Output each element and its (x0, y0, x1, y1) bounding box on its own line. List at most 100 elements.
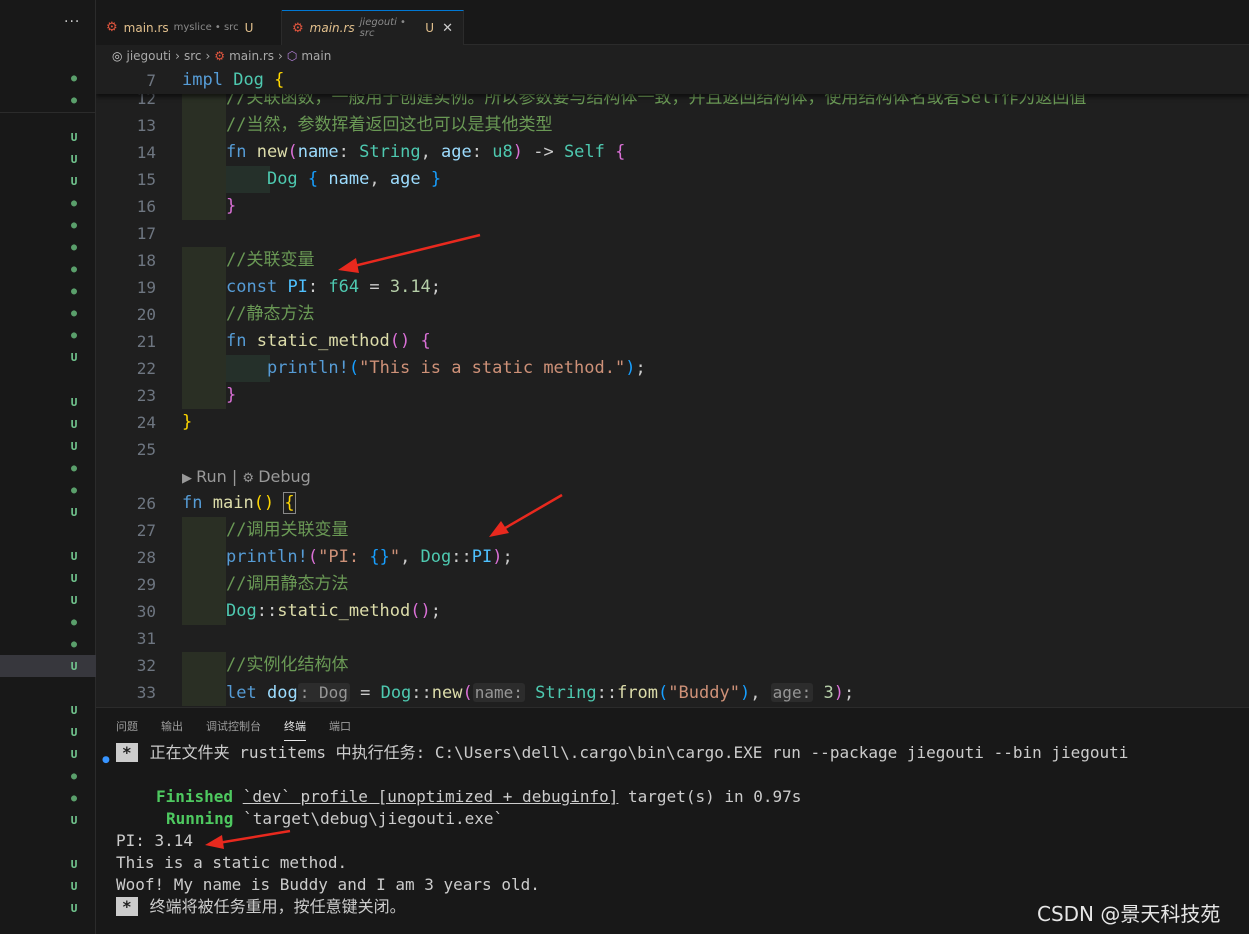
tab-debug-console[interactable]: 调试控制台 (206, 712, 261, 740)
code-line: 20 //静态方法 (96, 301, 1249, 328)
indent-guide (182, 598, 226, 625)
tab-main-rs-jiegouti[interactable]: ⚙ main.rs jiegouti • src U ✕ (282, 10, 464, 45)
sidebar-header: ··· (0, 0, 96, 45)
indent-guide (182, 274, 226, 301)
chevron-right-icon: › (278, 49, 283, 63)
untracked-status-badge: U (70, 550, 78, 563)
line-number: 27 (136, 521, 156, 540)
line-number: 25 (136, 440, 156, 459)
tab-description: jiegouti • src (359, 17, 406, 39)
indent-guide (182, 571, 226, 598)
tab-output[interactable]: 输出 (161, 712, 183, 740)
line-number: 20 (136, 305, 156, 324)
rust-file-icon: ⚙ (292, 20, 304, 36)
untracked-status-badge: U (70, 418, 78, 431)
code-text: //实例化结构体 (226, 655, 349, 675)
task-badge: * (116, 897, 138, 916)
gear-icon[interactable]: ⚙ (242, 471, 258, 486)
tab-main-rs-myslice[interactable]: ⚙ main.rs myslice • src U (96, 10, 282, 45)
indent-guide (182, 247, 226, 274)
code-line: 27 //调用关联变量 (96, 517, 1249, 544)
line-number: 26 (136, 494, 156, 513)
codelens-separator: | (226, 467, 243, 486)
code-line: 21 fn static_method() { (96, 328, 1249, 355)
tab-git-status: U (425, 21, 435, 35)
line-number: 31 (136, 629, 156, 648)
untracked-status-badge: U (70, 572, 78, 585)
modified-dot-icon: ● (70, 485, 78, 496)
untracked-status-badge: U (70, 351, 78, 364)
breadcrumb-item-src[interactable]: src (184, 49, 202, 63)
indent-guide (182, 301, 226, 328)
untracked-status-badge: U (70, 704, 78, 717)
code-line: 17 (96, 220, 1249, 247)
line-number: 15 (136, 170, 156, 189)
tab-problems[interactable]: 问题 (116, 712, 138, 740)
run-codelens-link[interactable]: Run (196, 467, 227, 486)
indent-guide (182, 355, 226, 382)
play-icon[interactable]: ▶ (182, 471, 196, 486)
line-number: 7 (146, 71, 156, 90)
code-line: 24} (96, 409, 1249, 436)
code-line: 18 //关联变量 (96, 247, 1249, 274)
indent-guide (182, 193, 226, 220)
tab-terminal[interactable]: 终端 (284, 712, 306, 741)
code-line: 23} (96, 382, 1249, 409)
code-text: println!("PI: {}", Dog::PI); (226, 547, 513, 567)
sticky-scroll-header[interactable]: 7 impl Dog { (96, 67, 1249, 94)
line-number: 30 (136, 602, 156, 621)
code-line: 13 //当然，参数挥着返回这也可以是其他类型 (96, 112, 1249, 139)
terminal-output-line: Woof! My name is Buddy and I am 3 years … (116, 875, 540, 894)
untracked-status-badge: U (70, 660, 78, 673)
more-actions-icon[interactable]: ··· (64, 14, 80, 30)
terminal-task-line: * 正在文件夹 rustitems 中执行任务: C:\Users\dell\.c… (116, 742, 1128, 764)
code-text: fn new(name: String, age: u8) -> Self { (226, 142, 626, 162)
line-number: 29 (136, 575, 156, 594)
command-decoration-dot-icon[interactable]: ● (102, 755, 110, 765)
debug-codelens-link[interactable]: Debug (258, 467, 311, 486)
code-editor[interactable]: 12//关联函数，一般用于创建实例。所以参数要与结构体一致，并且返回结构体，使用… (96, 67, 1249, 707)
explorer-sidebar: ··· ● ● U U U ● ● ● ● ● ● ● U U U U ● ● U U U U ● ● U U U U ● ● U U U U (0, 0, 96, 934)
line-number: 23 (136, 386, 156, 405)
untracked-status-badge: U (70, 814, 78, 827)
watermark: CSDN @景天科技苑 (1037, 902, 1221, 926)
tab-filename: main.rs (309, 21, 355, 35)
code-line: 25 (96, 436, 1249, 463)
code-text: Dog::static_method(); (226, 601, 441, 621)
editor-tab-bar: ⚙ main.rs myslice • src U ⚙ main.rs jieg… (96, 0, 1249, 45)
code-line: 31 (96, 625, 1249, 652)
line-number: 18 (136, 251, 156, 270)
breadcrumb-item-jiegouti[interactable]: jiegouti (126, 49, 171, 63)
modified-dot-icon: ● (70, 264, 78, 275)
indent-guide (182, 382, 226, 409)
code-text: const PI: f64 = 3.14; (226, 277, 442, 297)
modified-dot-icon: ● (70, 771, 78, 782)
close-tab-icon[interactable]: ✕ (442, 21, 453, 36)
modified-dot-icon: ● (70, 286, 78, 297)
line-number: 16 (136, 197, 156, 216)
code-line: 15 Dog { name, age } (96, 166, 1249, 193)
code-line: 33 let dog: Dog = Dog::new(name: String::… (96, 679, 1249, 706)
indent-guide (182, 517, 226, 544)
indent-guide (182, 166, 226, 193)
untracked-status-badge: U (70, 131, 78, 144)
untracked-status-badge: U (70, 726, 78, 739)
code-text: } (226, 385, 237, 405)
untracked-status-badge: U (70, 153, 78, 166)
code-text: fn main() { (182, 492, 296, 514)
tab-ports[interactable]: 端口 (329, 712, 351, 740)
line-number: 13 (136, 116, 156, 135)
modified-dot-icon: ● (70, 463, 78, 474)
rust-file-icon: ⚙ (214, 49, 226, 63)
code-text: //调用关联变量 (226, 520, 349, 540)
modified-dot-icon: ● (70, 73, 78, 84)
code-line: 14 fn new(name: String, age: u8) -> Self … (96, 139, 1249, 166)
line-number: 24 (136, 413, 156, 432)
code-text: let dog: Dog = Dog::new(name: String::fr… (226, 683, 855, 703)
rust-file-icon: ⚙ (106, 20, 118, 35)
breadcrumb-item-main[interactable]: main (301, 49, 331, 63)
breadcrumb-item-main-rs[interactable]: main.rs (229, 49, 274, 63)
modified-dot-icon: ● (70, 308, 78, 319)
modified-dot-icon: ● (70, 330, 78, 341)
modified-dot-icon: ● (70, 793, 78, 804)
